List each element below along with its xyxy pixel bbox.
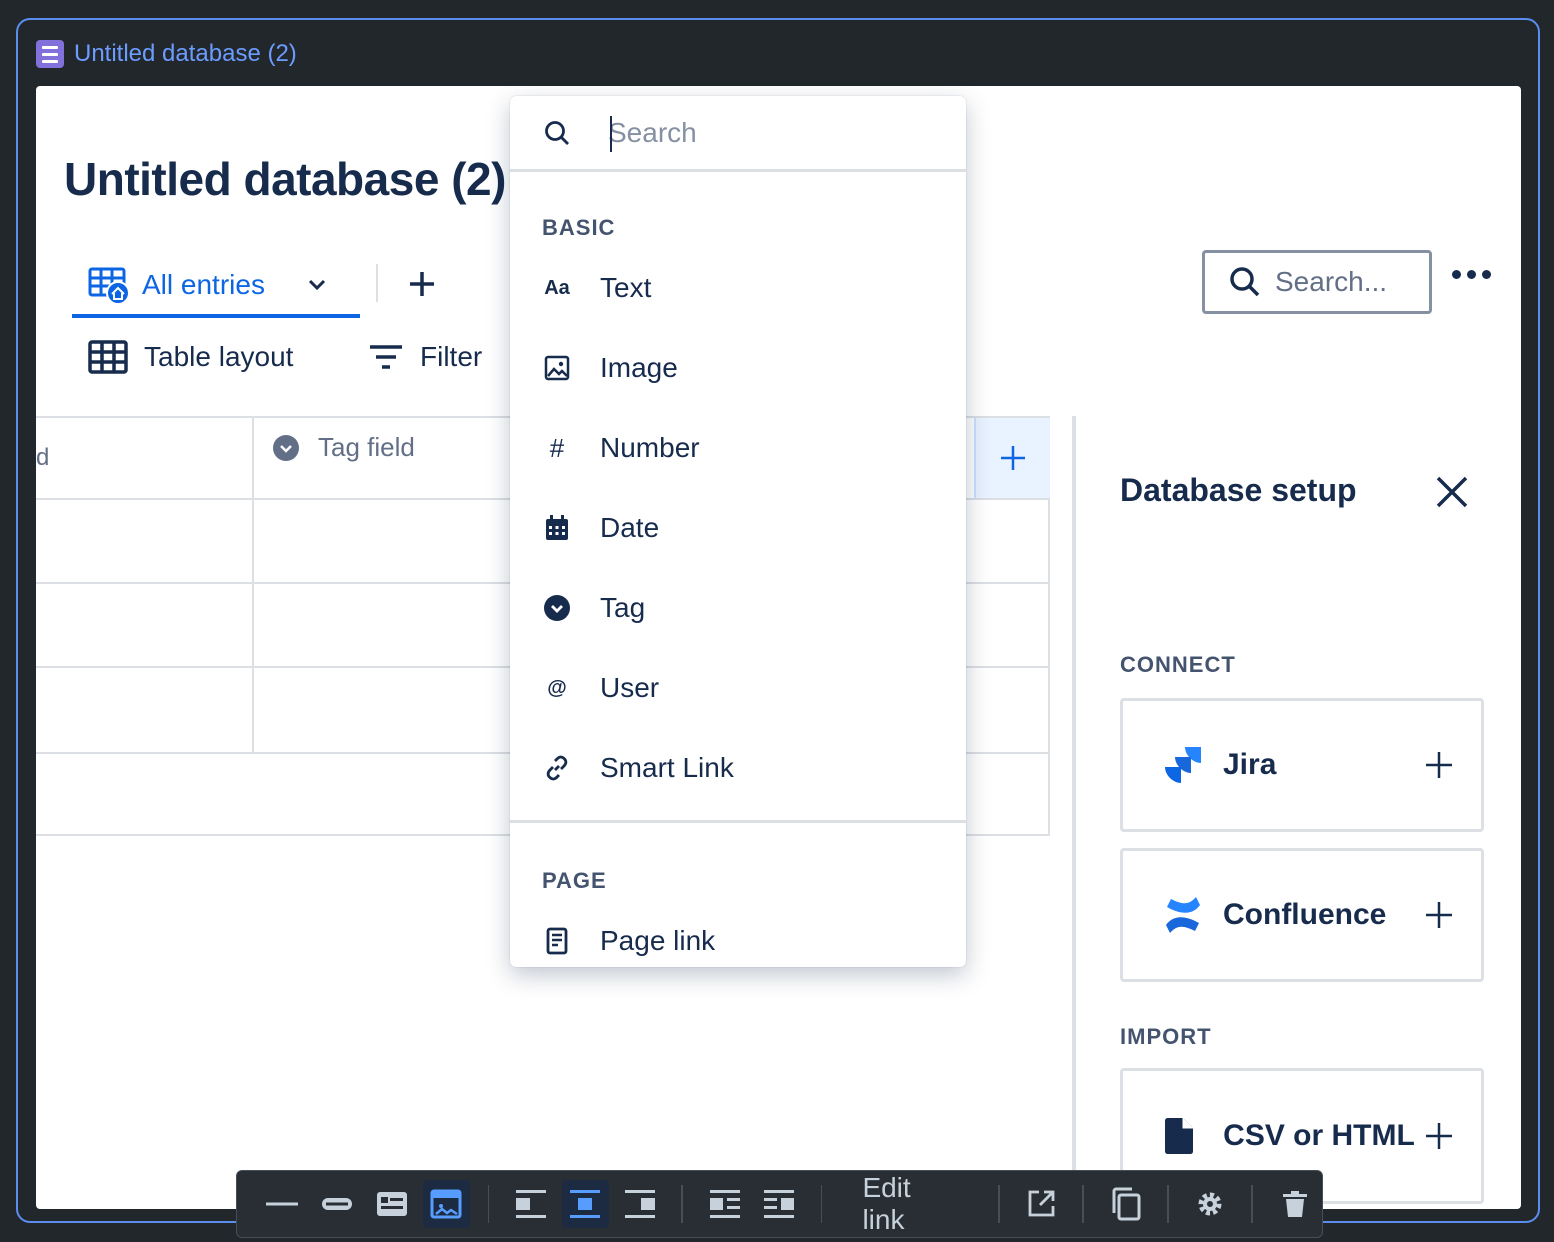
trash-icon[interactable] bbox=[1271, 1180, 1318, 1228]
menu-search[interactable] bbox=[510, 96, 966, 172]
toolbar-separator bbox=[487, 1185, 490, 1223]
display-card-icon[interactable] bbox=[368, 1180, 415, 1228]
tab-divider bbox=[376, 264, 378, 302]
align-left-icon[interactable] bbox=[507, 1180, 554, 1228]
database-icon bbox=[36, 40, 64, 68]
edit-link-button[interactable]: Edit link bbox=[836, 1172, 983, 1236]
tab-label: All entries bbox=[142, 269, 265, 300]
open-in-new-window-icon[interactable] bbox=[1018, 1180, 1065, 1228]
hash-icon: # bbox=[549, 432, 565, 463]
table-layout-button[interactable]: Table layout bbox=[88, 334, 293, 380]
toolbar-separator bbox=[1082, 1185, 1085, 1223]
add-column-button[interactable] bbox=[974, 418, 1050, 498]
confluence-icon bbox=[1166, 897, 1200, 933]
database-title[interactable]: Untitled database (2) bbox=[64, 152, 506, 206]
toolbar-separator bbox=[1166, 1185, 1169, 1223]
menu-item-tag[interactable]: Tag bbox=[510, 568, 966, 648]
text-format-icon: Aa bbox=[544, 276, 570, 299]
link-icon bbox=[546, 755, 568, 781]
column-header-partial[interactable]: d bbox=[36, 444, 49, 472]
panel-title: Database setup bbox=[1120, 472, 1357, 508]
display-embed-icon[interactable] bbox=[422, 1180, 470, 1228]
filter-label: Filter bbox=[420, 341, 483, 372]
search-icon bbox=[1230, 267, 1260, 297]
tab-all-entries[interactable]: All entries bbox=[72, 256, 360, 318]
image-icon bbox=[544, 355, 570, 381]
table-home-icon bbox=[88, 267, 130, 305]
menu-item-label: Image bbox=[600, 352, 678, 383]
menu-section-basic: BASIC bbox=[542, 215, 616, 240]
table-layout-label: Table layout bbox=[144, 341, 294, 372]
floating-toolbar: Edit link bbox=[236, 1170, 1323, 1238]
page-icon bbox=[546, 927, 568, 955]
confluence-label: Confluence bbox=[1223, 898, 1387, 931]
menu-item-label: Date bbox=[600, 512, 660, 543]
search-input[interactable]: Search... bbox=[1202, 250, 1432, 314]
add-view-icon[interactable] bbox=[402, 264, 442, 304]
file-icon bbox=[1165, 1118, 1193, 1154]
menu-item-smart-link[interactable]: Smart Link bbox=[510, 728, 966, 808]
jira-icon bbox=[1165, 747, 1201, 783]
menu-item-label: Smart Link bbox=[600, 752, 734, 783]
menu-item-label: Text bbox=[600, 272, 652, 303]
calendar-icon bbox=[546, 515, 568, 540]
display-inline-icon[interactable] bbox=[259, 1180, 306, 1228]
tag-icon bbox=[544, 595, 570, 621]
toolbar-separator bbox=[997, 1185, 1000, 1223]
menu-item-label: Page link bbox=[600, 925, 716, 956]
menu-section-page: PAGE bbox=[542, 868, 607, 893]
table-grid-icon bbox=[88, 340, 128, 374]
connect-jira-card[interactable]: Jira bbox=[1120, 698, 1484, 832]
menu-item-label: User bbox=[600, 672, 660, 703]
more-options-icon[interactable] bbox=[1452, 270, 1491, 279]
frame-title[interactable]: Untitled database (2) bbox=[74, 40, 297, 68]
menu-item-text[interactable]: Aa Text bbox=[510, 248, 966, 328]
toolbar-separator bbox=[681, 1185, 684, 1223]
menu-search-input[interactable] bbox=[608, 116, 928, 149]
connect-confluence-card[interactable]: Confluence bbox=[1120, 848, 1484, 982]
menu-item-label: Tag bbox=[600, 592, 646, 623]
menu-item-user[interactable]: @ User bbox=[510, 648, 966, 728]
jira-label: Jira bbox=[1223, 748, 1277, 781]
copy-icon[interactable] bbox=[1102, 1180, 1149, 1228]
frame-header[interactable]: Untitled database (2) bbox=[36, 38, 297, 70]
wrap-left-icon[interactable] bbox=[701, 1180, 748, 1228]
filter-button[interactable]: Filter bbox=[368, 334, 482, 380]
filter-icon bbox=[370, 345, 402, 369]
column-label: Tag field bbox=[318, 432, 415, 462]
menu-item-page-link[interactable]: Page link bbox=[510, 901, 966, 967]
gear-icon[interactable] bbox=[1187, 1180, 1234, 1228]
toolbar-separator bbox=[820, 1185, 823, 1223]
text-caret bbox=[610, 116, 612, 152]
align-right-icon[interactable] bbox=[617, 1180, 664, 1228]
connect-section-label: CONNECT bbox=[1120, 652, 1236, 677]
tag-icon bbox=[273, 434, 299, 461]
field-type-menu: BASIC Aa Text Image # Number Date bbox=[510, 96, 966, 967]
chevron-down-icon[interactable] bbox=[307, 278, 327, 292]
column-divider bbox=[252, 416, 254, 752]
database-setup-panel: Database setup CONNECT Jira Confluence I… bbox=[1072, 416, 1521, 1209]
close-icon[interactable] bbox=[1432, 472, 1472, 512]
menu-item-date[interactable]: Date bbox=[510, 488, 966, 568]
wrap-right-icon[interactable] bbox=[756, 1180, 803, 1228]
plus-icon bbox=[1426, 1123, 1452, 1149]
menu-item-image[interactable]: Image bbox=[510, 328, 966, 408]
toolbar-separator bbox=[1251, 1185, 1254, 1223]
search-placeholder: Search... bbox=[1275, 266, 1388, 297]
plus-icon bbox=[1426, 752, 1452, 778]
align-center-icon[interactable] bbox=[562, 1180, 609, 1228]
at-icon: @ bbox=[547, 676, 567, 699]
menu-item-number[interactable]: # Number bbox=[510, 408, 966, 488]
import-section-label: IMPORT bbox=[1120, 1024, 1212, 1049]
csv-html-label: CSV or HTML bbox=[1223, 1119, 1415, 1152]
display-url-icon[interactable] bbox=[314, 1180, 361, 1228]
column-header-tag-field[interactable]: Tag field bbox=[272, 432, 415, 463]
plus-icon bbox=[1426, 902, 1452, 928]
plus-icon bbox=[1001, 446, 1025, 470]
menu-item-label: Number bbox=[600, 432, 700, 463]
search-icon bbox=[545, 120, 569, 145]
